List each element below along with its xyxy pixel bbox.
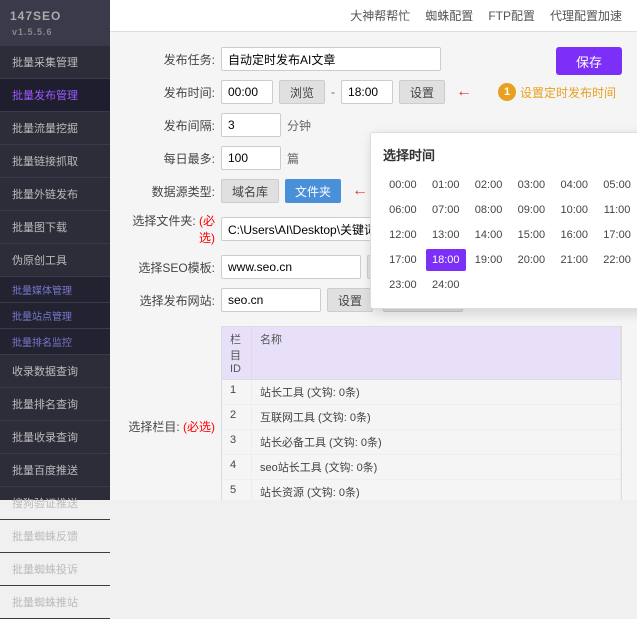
sidebar-item-rewrite[interactable]: 伪原创工具	[0, 244, 110, 277]
sidebar-item-external[interactable]: 批量外链发布	[0, 178, 110, 211]
source-folder-btn[interactable]: 文件夹	[285, 179, 341, 203]
sidebar-item-index-query[interactable]: 批量收录查询	[0, 421, 110, 454]
daily-label: 每日最多:	[125, 150, 215, 167]
sidebar-item-spider-push[interactable]: 批量蜘蛛推站	[0, 586, 110, 619]
category-label: 选择栏目: (必选)	[125, 418, 215, 435]
table-row[interactable]: 4 seo站长工具 (文钩: 0条)	[222, 455, 621, 480]
time-cell-1500[interactable]: 15:00	[511, 224, 551, 246]
table-row[interactable]: 3 站长必备工具 (文钩: 0条)	[222, 430, 621, 455]
sidebar-item-spider-fb[interactable]: 批量蜘蛛反馈	[0, 520, 110, 553]
file-label: 选择文件夹: (必选)	[125, 212, 215, 246]
task-input[interactable]	[221, 47, 441, 71]
time-from-input[interactable]	[221, 80, 273, 104]
interval-label: 发布间隔:	[125, 117, 215, 134]
topbar-proxy[interactable]: 代理配置加速	[550, 7, 622, 24]
site-input[interactable]	[221, 288, 321, 312]
time-cell-1700b[interactable]: 17:00	[383, 249, 423, 271]
time-set-btn[interactable]: 设置	[399, 80, 445, 104]
time-cell-2300[interactable]: 23:00	[383, 274, 423, 296]
time-cell-2400[interactable]: 24:00	[426, 274, 466, 296]
time-picker-overlay: 选择时间 00:00 01:00 02:00 03:00 04:00 05:00…	[370, 132, 637, 309]
task-label: 发布任务:	[125, 51, 215, 68]
interval-unit: 分钟	[287, 117, 311, 134]
sidebar-item-images[interactable]: 批量图下载	[0, 211, 110, 244]
site-set-btn[interactable]: 设置	[327, 288, 373, 312]
topbar-spider[interactable]: 蜘蛛配置	[425, 7, 473, 24]
category-table-container: 栏目ID 名称 1 站长工具 (文钩: 0条) 2 互联网工具 (文钩: 0条)…	[221, 326, 622, 500]
time-cell-1600[interactable]: 16:00	[554, 224, 594, 246]
time-browse-btn[interactable]: 浏览	[279, 80, 325, 104]
time-cell-1400[interactable]: 14:00	[469, 224, 509, 246]
seo-input[interactable]	[221, 255, 361, 279]
col-header-id: 栏目ID	[222, 327, 252, 379]
file-path-input[interactable]	[221, 217, 391, 241]
sidebar-item-sogou-push[interactable]: 搜狗验证推送	[0, 487, 110, 520]
time-cell-2000[interactable]: 20:00	[511, 249, 551, 271]
col-header-name: 名称	[252, 327, 621, 379]
sidebar-item-sites[interactable]: 批量站点管理	[0, 303, 110, 329]
time-cell-0300[interactable]: 03:00	[511, 174, 551, 196]
time-cell-1700[interactable]: 17:00	[597, 224, 637, 246]
time-grid: 00:00 01:00 02:00 03:00 04:00 05:00 06:0…	[383, 174, 637, 296]
site-label: 选择发布网站:	[125, 292, 215, 309]
daily-input[interactable]	[221, 146, 281, 170]
interval-input[interactable]	[221, 113, 281, 137]
sidebar-item-rank-monitor[interactable]: 批量排名监控	[0, 329, 110, 355]
sidebar-item-collect[interactable]: 批量采集管理	[0, 46, 110, 79]
time-cell-0000[interactable]: 00:00	[383, 174, 423, 196]
time-label: 发布时间:	[125, 84, 215, 101]
time-cell-0200[interactable]: 02:00	[469, 174, 509, 196]
time-cell-1000[interactable]: 10:00	[554, 199, 594, 221]
app-logo: 147SEO v1.5.5.6	[0, 0, 110, 46]
table-header: 栏目ID 名称	[222, 327, 621, 380]
time-picker-title: 选择时间	[383, 145, 637, 164]
sidebar-item-spider-ts[interactable]: 批量蜘蛛投诉	[0, 553, 110, 586]
sidebar-item-links[interactable]: 批量链接抓取	[0, 145, 110, 178]
time-cell-0100[interactable]: 01:00	[426, 174, 466, 196]
time-cell-1300[interactable]: 13:00	[426, 224, 466, 246]
time-cell-0600[interactable]: 06:00	[383, 199, 423, 221]
category-row: 选择栏目: (必选) 栏目ID 名称 1 站长工具 (文钩: 0条) 2	[125, 321, 622, 500]
table-row[interactable]: 2 互联网工具 (文钩: 0条)	[222, 405, 621, 430]
category-table: 栏目ID 名称 1 站长工具 (文钩: 0条) 2 互联网工具 (文钩: 0条)…	[221, 321, 622, 500]
daily-unit: 篇	[287, 150, 299, 167]
annotation-1: 1 设置定时发布时间	[498, 83, 616, 101]
time-to-input[interactable]	[341, 80, 393, 104]
content-area: 保存 发布任务: 发布时间: 浏览 - 设置 ← 1 设置定时发布时间 发布间隔…	[110, 32, 637, 500]
sidebar-item-baidu-push[interactable]: 批量百度推送	[0, 454, 110, 487]
time-cell-0900[interactable]: 09:00	[511, 199, 551, 221]
time-row: 发布时间: 浏览 - 设置 ← 1 设置定时发布时间	[125, 80, 622, 104]
time-cell-1800[interactable]: 18:00	[426, 249, 466, 271]
time-cell-1900[interactable]: 19:00	[469, 249, 509, 271]
topbar-ftp[interactable]: FTP配置	[488, 7, 535, 24]
sidebar-item-rank-query[interactable]: 批量排名查询	[0, 388, 110, 421]
arrow-icon-2: ←	[352, 182, 368, 200]
table-row[interactable]: 1 站长工具 (文钩: 0条)	[222, 380, 621, 405]
arrow-icon-1: ←	[456, 83, 472, 101]
time-cell-1100[interactable]: 11:00	[597, 199, 637, 221]
sidebar-item-publish[interactable]: 批量发布管理	[0, 79, 110, 112]
seo-label: 选择SEO模板:	[125, 259, 215, 276]
topbar-help[interactable]: 大神帮帮忙	[350, 7, 410, 24]
source-domain-btn[interactable]: 域名库	[221, 179, 279, 203]
main-content: 大神帮帮忙 蜘蛛配置 FTP配置 代理配置加速 保存 发布任务: 发布时间: 浏…	[110, 0, 637, 500]
task-row: 发布任务:	[125, 47, 622, 71]
time-cell-0400[interactable]: 04:00	[554, 174, 594, 196]
sidebar: 147SEO v1.5.5.6 批量采集管理 批量发布管理 批量流量挖掘 批量链…	[0, 0, 110, 500]
sidebar-item-media[interactable]: 批量媒体管理	[0, 277, 110, 303]
time-cell-0700[interactable]: 07:00	[426, 199, 466, 221]
time-cell-2100[interactable]: 21:00	[554, 249, 594, 271]
topbar: 大神帮帮忙 蜘蛛配置 FTP配置 代理配置加速	[110, 0, 637, 32]
source-label: 数据源类型:	[125, 183, 215, 200]
time-cell-2200[interactable]: 22:00	[597, 249, 637, 271]
sidebar-item-data-query[interactable]: 收录数据查询	[0, 355, 110, 388]
table-row[interactable]: 5 站长资源 (文钩: 0条)	[222, 480, 621, 500]
time-cell-0500[interactable]: 05:00	[597, 174, 637, 196]
sidebar-item-traffic[interactable]: 批量流量挖掘	[0, 112, 110, 145]
time-cell-0800[interactable]: 08:00	[469, 199, 509, 221]
save-button[interactable]: 保存	[556, 47, 622, 75]
time-cell-1200[interactable]: 12:00	[383, 224, 423, 246]
